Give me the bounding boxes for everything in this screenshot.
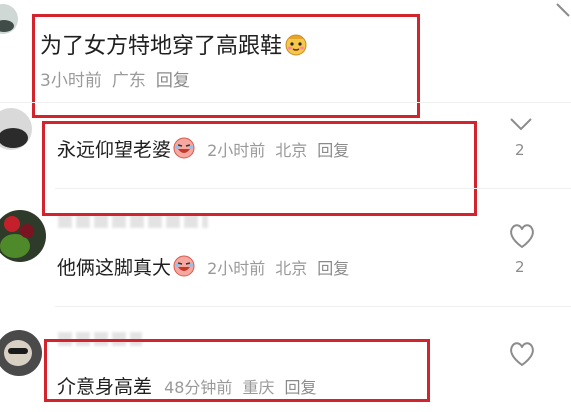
avatar[interactable]: [0, 210, 46, 262]
comment-location: 北京: [275, 259, 308, 278]
like-count: 2: [515, 141, 525, 159]
highlight-box: [44, 339, 430, 402]
crying-laugh-emoji-icon: [173, 255, 195, 277]
avatar[interactable]: [0, 108, 32, 150]
reply-button[interactable]: 回复: [317, 259, 349, 278]
heart-icon[interactable]: [507, 340, 537, 368]
avatar[interactable]: [0, 4, 18, 34]
divider: [0, 102, 571, 103]
divider: [55, 188, 571, 189]
comment-text-content: 他俩这脚真大: [57, 257, 172, 279]
like-count: 2: [515, 258, 525, 276]
username-blurred: [58, 214, 208, 228]
comment-time: 2小时前: [207, 259, 266, 278]
heart-icon[interactable]: [507, 222, 537, 250]
divider: [55, 306, 571, 307]
comment-text: 他俩这脚真大 2小时前 北京 回复: [57, 253, 359, 280]
avatar[interactable]: [0, 330, 42, 376]
chevron-icon[interactable]: [554, 2, 571, 32]
heart-icon[interactable]: [508, 116, 534, 134]
highlight-box: [42, 121, 477, 216]
